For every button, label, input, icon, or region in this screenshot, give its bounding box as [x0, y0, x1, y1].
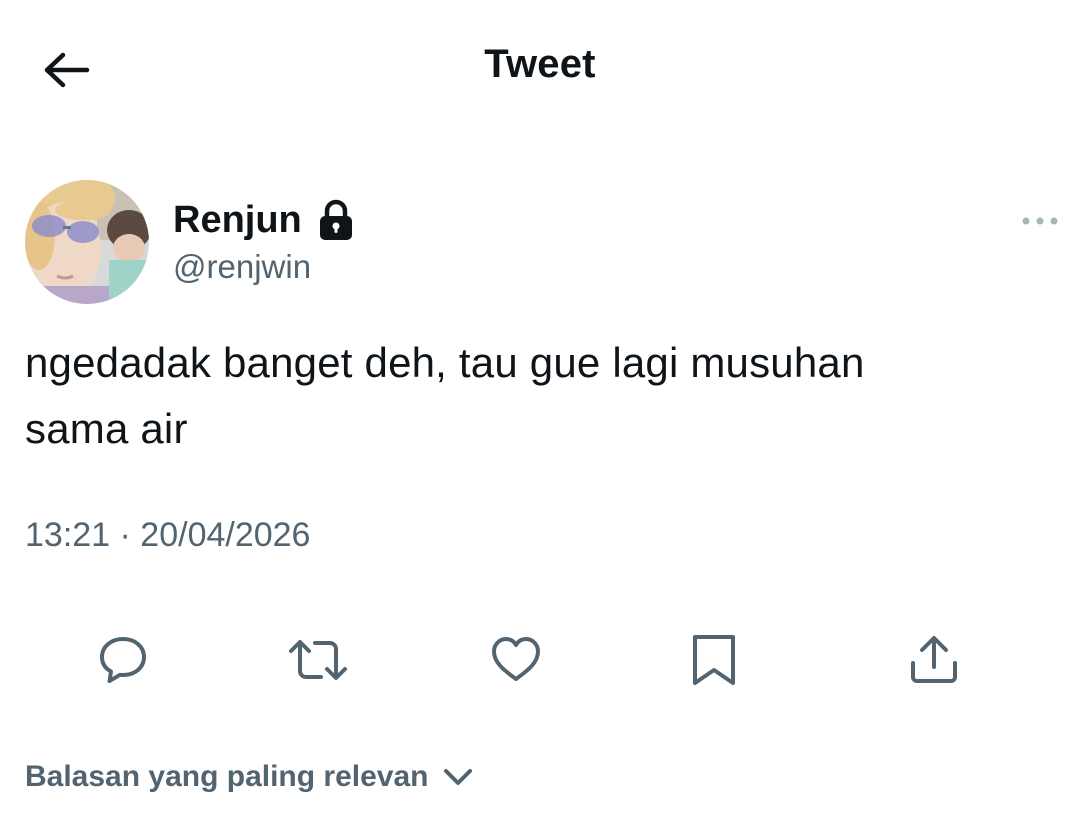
share-icon [911, 636, 957, 683]
profile-photo [25, 180, 149, 304]
like-button[interactable] [484, 628, 548, 692]
bookmark-button[interactable] [682, 628, 746, 692]
author-name-row: Renjun [173, 196, 354, 244]
share-button[interactable] [902, 628, 966, 692]
heart-icon [492, 637, 540, 681]
more-options-button[interactable] [1016, 206, 1064, 236]
tweet-text: ngedadak banget deh, tau gue lagi musuha… [25, 330, 1055, 462]
replies-sort-label: Balasan yang paling relevan [25, 760, 429, 793]
display-name[interactable]: Renjun [173, 199, 302, 242]
reply-icon [100, 637, 146, 683]
lock-icon [318, 199, 354, 241]
chevron-down-icon [441, 760, 475, 794]
replies-sort-dropdown[interactable]: Balasan yang paling relevan [25, 760, 475, 794]
retweet-button[interactable] [286, 628, 350, 692]
avatar[interactable] [25, 180, 149, 304]
bookmark-icon [693, 635, 735, 685]
tweet-action-bar [0, 620, 1080, 700]
reply-button[interactable] [91, 628, 155, 692]
author-handle[interactable]: @renjwin [173, 248, 311, 286]
top-bar: Tweet [0, 0, 1080, 140]
page-title: Tweet [484, 42, 596, 86]
tweet-text-line: sama air [25, 405, 188, 452]
tweet-timestamp[interactable]: 13:21 · 20/04/2026 [25, 516, 310, 555]
retweet-icon [289, 640, 347, 680]
tweet-text-line: ngedadak banget deh, tau gue lagi musuha… [25, 339, 865, 386]
more-horizontal-icon [1022, 217, 1058, 225]
